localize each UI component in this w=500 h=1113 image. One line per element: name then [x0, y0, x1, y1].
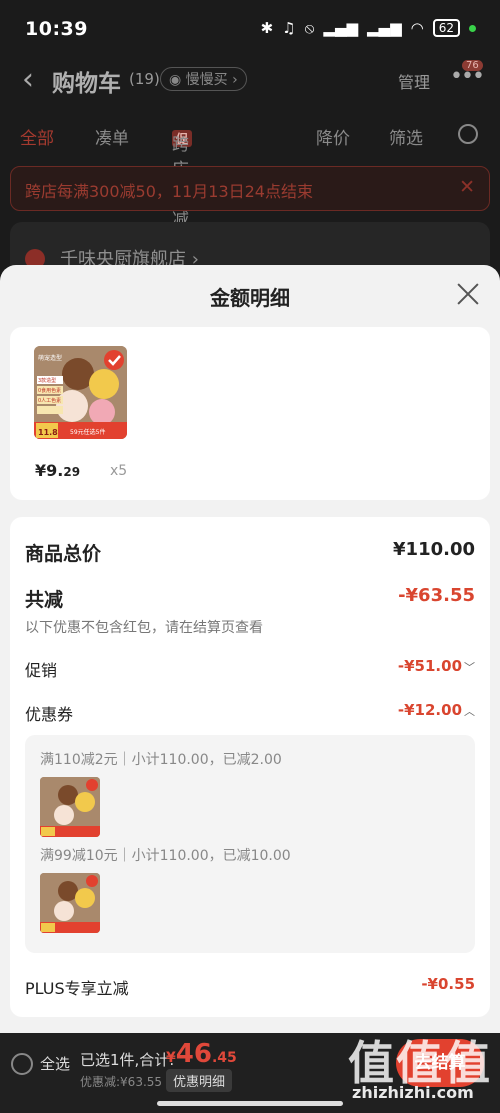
- product-price: ¥9.29: [35, 461, 80, 480]
- plus-value: -¥0.55: [421, 975, 475, 993]
- amount-detail-sheet: 金额明细 萌宠造型 3款造型 0食用色素 0人工色素 11.8 59元任选5件 …: [0, 265, 500, 1035]
- total-amount: ¥46.45: [166, 1039, 237, 1069]
- note-row: 以下优惠不包含红包，请在结算页查看: [25, 617, 475, 637]
- slow-buy-label: 慢慢买: [185, 72, 228, 88]
- coupon-detail-box: 满110减2元｜小计110.00，已减2.00 满99减10元｜小计110.00…: [25, 735, 475, 953]
- total-yen: ¥: [166, 1050, 176, 1066]
- coupon-product-image-1: [40, 777, 100, 837]
- earbuds-icon: ♫: [282, 19, 296, 37]
- search-icon[interactable]: [458, 124, 478, 144]
- discount-detail-button[interactable]: 优惠明细: [166, 1069, 233, 1092]
- tab-all[interactable]: 全部: [20, 124, 54, 149]
- selected-count: 已选1件,合计:: [80, 1051, 175, 1069]
- manage-button[interactable]: 管理: [398, 69, 430, 93]
- sheet-title: 金额明细: [210, 286, 290, 310]
- coupon-row[interactable]: 优惠券 -¥12.00 ︿: [25, 701, 475, 725]
- tab-price-drop[interactable]: 降价: [316, 124, 350, 149]
- total-dec: .45: [211, 1050, 237, 1066]
- thumb-promo: 59元任选5件: [70, 428, 105, 436]
- price-int: ¥9.: [35, 461, 64, 480]
- status-bar: 10:39 ✱ ♫ ⦸ ▂▄▆ ▂▄▆ ◠ 62: [0, 0, 500, 58]
- promo-label: 促销: [25, 661, 58, 680]
- coupon-line-1: 满110减2元｜小计110.00，已减2.00: [40, 752, 282, 768]
- coupon-value-wrap: -¥12.00 ︿: [398, 701, 475, 719]
- mini-thumb-art-2: [40, 873, 100, 933]
- status-icons: ✱ ♫ ⦸ ▂▄▆ ▂▄▆ ◠ 62: [261, 19, 476, 37]
- product-quantity: x5: [110, 463, 128, 479]
- total-row: 商品总价 ¥110.00: [25, 539, 475, 565]
- banner-text: 跨店每满300减50，11月13日24点结束: [25, 182, 313, 201]
- thumb-tag-2: 0食用色素: [38, 387, 61, 394]
- cart-count: (19): [129, 70, 160, 88]
- mute-icon: ⦸: [304, 19, 315, 37]
- tab-bundle[interactable]: 凑单: [95, 124, 129, 149]
- price-dec: 29: [63, 465, 81, 479]
- reduce-label: 共减: [25, 589, 64, 611]
- promo-row[interactable]: 促销 -¥51.00 ﹀: [25, 657, 475, 681]
- privacy-dot-icon: [469, 24, 476, 32]
- promo-value: -¥51.00: [397, 657, 462, 675]
- back-icon[interactable]: ‹: [22, 62, 34, 97]
- cart-title: 购物车: [52, 71, 121, 97]
- battery-indicator: 62: [432, 19, 460, 37]
- discount-note: 以下优惠不包含红包，请在结算页查看: [25, 620, 263, 636]
- thumb-tag-1: 3款造型: [38, 377, 56, 384]
- reduce-value: -¥63.55: [398, 585, 475, 606]
- filter-tabs: 全部 凑单 促跨店满减 降价 筛选: [0, 118, 500, 230]
- chevron-up-icon[interactable]: ︿: [464, 705, 475, 718]
- eye-icon: ◉: [169, 72, 186, 88]
- promo-value-wrap: -¥51.00 ﹀: [398, 657, 475, 675]
- total-int: 46: [175, 1039, 212, 1069]
- message-badge: 76: [462, 60, 483, 71]
- home-indicator[interactable]: [157, 1101, 343, 1106]
- close-banner-icon[interactable]: ✕: [459, 176, 475, 198]
- thumb-tag-0: 萌宠造型: [38, 354, 62, 362]
- coupon-product-image-2: [40, 873, 100, 933]
- tab-filter[interactable]: 筛选: [389, 124, 423, 149]
- promo-banner: 跨店每满300减50，11月13日24点结束 ✕: [10, 166, 490, 211]
- thumb-price: 11.8: [38, 428, 58, 437]
- wifi-icon: ◠: [410, 19, 424, 37]
- status-time: 10:39: [25, 18, 88, 40]
- coupon-line-2: 满99减10元｜小计110.00，已减10.00: [40, 848, 291, 864]
- product-image[interactable]: 萌宠造型 3款造型 0食用色素 0人工色素 11.8 59元任选5件: [34, 346, 127, 439]
- checkout-button[interactable]: 去结算: [396, 1039, 484, 1087]
- reduce-row: 共减 -¥63.55: [25, 585, 475, 611]
- mini-thumb-art-1: [40, 777, 100, 837]
- bluetooth-icon: ✱: [260, 19, 274, 37]
- price-detail-card: 商品总价 ¥110.00 共减 -¥63.55 以下优惠不包含红包，请在结算页查…: [10, 517, 490, 1017]
- plus-label: PLUS专享立减: [25, 979, 129, 998]
- signal-icon: ▂▄▆: [367, 19, 402, 37]
- product-image-art: 萌宠造型 3款造型 0食用色素 0人工色素 11.8 59元任选5件: [34, 346, 127, 439]
- total-label: 商品总价: [25, 543, 102, 565]
- slow-buy-button[interactable]: ◉ 慢慢买 ›: [160, 67, 247, 91]
- plus-row: PLUS专享立减 -¥0.55: [25, 975, 475, 999]
- total-value: ¥110.00: [393, 539, 475, 560]
- items-card: 萌宠造型 3款造型 0食用色素 0人工色素 11.8 59元任选5件 ¥9.29…: [10, 327, 490, 500]
- thumb-tag-3: 0人工色素: [38, 397, 61, 404]
- cart-header: ‹ 购物车 (19) ◉ 慢慢买 › 管理 ••• 76: [0, 58, 500, 102]
- signal-hd-icon: ▂▄▆: [323, 19, 359, 37]
- coupon-value: -¥12.00: [397, 701, 462, 719]
- select-all-radio[interactable]: [11, 1053, 33, 1075]
- coupon-label: 优惠券: [25, 705, 74, 724]
- chevron-down-icon[interactable]: ﹀: [464, 661, 475, 674]
- discount-amount: 优惠减:¥63.55: [80, 1075, 163, 1089]
- close-icon[interactable]: [455, 281, 481, 307]
- select-all-label[interactable]: 全选: [40, 1053, 70, 1074]
